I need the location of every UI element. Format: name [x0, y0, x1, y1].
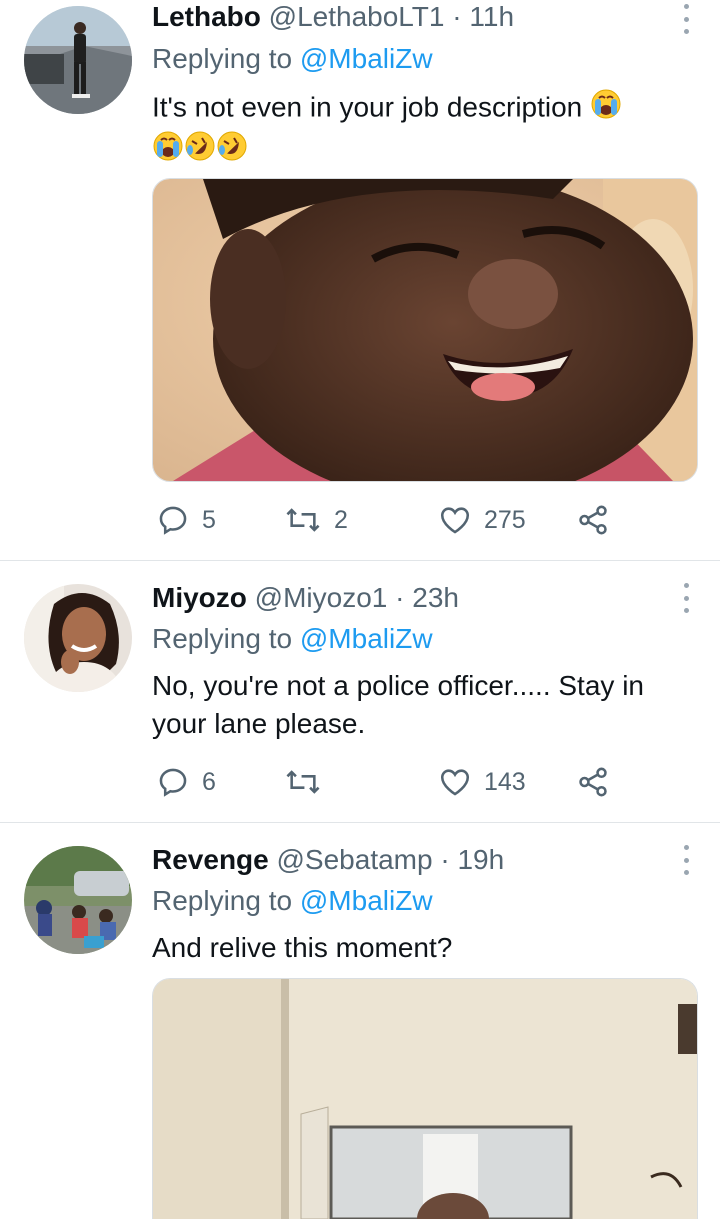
timestamp[interactable]: 11h [469, 1, 514, 32]
reply-icon [159, 768, 187, 797]
like-icon [440, 507, 470, 534]
replying-prefix: Replying to [152, 43, 293, 74]
retweet-count: 2 [334, 505, 348, 534]
mention-link[interactable]: @MbaliZw [300, 885, 433, 916]
tweet-header: Miyozo @Miyozo1 · 23h [152, 581, 459, 615]
replying-to: Replying to @MbaliZw [152, 42, 433, 76]
display-name[interactable]: Miyozo [152, 582, 247, 613]
retweet-icon [286, 508, 320, 532]
user-handle[interactable]: @Sebatamp [277, 844, 433, 875]
replying-to: Replying to @MbaliZw [152, 622, 433, 656]
tweet-actions: 5 2 275 [156, 500, 626, 540]
crying-face-emoji [152, 130, 184, 172]
reply-count: 6 [202, 767, 216, 796]
crying-face-emoji [590, 88, 622, 130]
tweet-image[interactable] [152, 178, 698, 482]
tweet-header: Lethabo @LethaboLT1 · 11h [152, 0, 514, 34]
rolling-laughing-emoji [184, 130, 216, 172]
share-icon [579, 505, 607, 535]
tweet-text: And relive this moment? [152, 932, 453, 963]
tweet-1[interactable]: Lethabo @LethaboLT1 · 11h Replying to @M… [0, 0, 720, 560]
reply-count: 5 [202, 505, 216, 534]
share-button[interactable] [576, 762, 610, 802]
retweet-button[interactable] [284, 762, 334, 802]
reply-button[interactable]: 5 [156, 500, 216, 540]
reply-button[interactable]: 6 [156, 762, 216, 802]
mention-link[interactable]: @MbaliZw [300, 43, 433, 74]
tweet-3[interactable]: Revenge @Sebatamp · 19h Replying to @Mba… [0, 823, 720, 1219]
like-button[interactable]: 143 [438, 762, 526, 802]
like-count: 275 [484, 505, 526, 534]
user-handle[interactable]: @Miyozo1 [255, 582, 388, 613]
like-icon [440, 769, 470, 796]
reply-icon [159, 506, 187, 535]
more-icon[interactable] [682, 845, 690, 875]
share-icon [579, 767, 607, 797]
like-button[interactable]: 275 [438, 500, 526, 540]
rolling-laughing-emoji [216, 130, 248, 172]
separator-dot: · [452, 1, 462, 32]
timestamp[interactable]: 23h [412, 582, 459, 613]
retweet-button[interactable]: 2 [284, 500, 348, 540]
mention-link[interactable]: @MbaliZw [300, 623, 433, 654]
tweet-actions: 6 143 [156, 762, 626, 802]
timestamp[interactable]: 19h [457, 844, 504, 875]
separator-dot: · [395, 582, 405, 613]
avatar-lethabo[interactable] [24, 6, 132, 114]
avatar-revenge[interactable] [24, 846, 132, 954]
tweet-text: It's not even in your job description [152, 88, 697, 172]
tweet-text-content: It's not even in your job description [152, 91, 583, 123]
share-button[interactable] [576, 500, 610, 540]
more-icon[interactable] [682, 583, 690, 613]
replying-prefix: Replying to [152, 885, 293, 916]
separator-dot: · [440, 844, 450, 875]
tweet-2[interactable]: Miyozo @Miyozo1 · 23h Replying to @Mbali… [0, 561, 720, 821]
avatar-miyozo[interactable] [24, 584, 132, 692]
more-icon[interactable] [682, 4, 690, 34]
tweet-image[interactable] [152, 978, 698, 1219]
retweet-icon [286, 770, 320, 794]
tweet-text: No, you're not a police officer..... Sta… [152, 670, 644, 739]
replying-prefix: Replying to [152, 623, 293, 654]
like-count: 143 [484, 767, 526, 796]
display-name[interactable]: Revenge [152, 844, 269, 875]
user-handle[interactable]: @LethaboLT1 [269, 1, 445, 32]
tweet-header: Revenge @Sebatamp · 19h [152, 843, 504, 877]
replying-to: Replying to @MbaliZw [152, 884, 433, 918]
display-name[interactable]: Lethabo [152, 1, 261, 32]
